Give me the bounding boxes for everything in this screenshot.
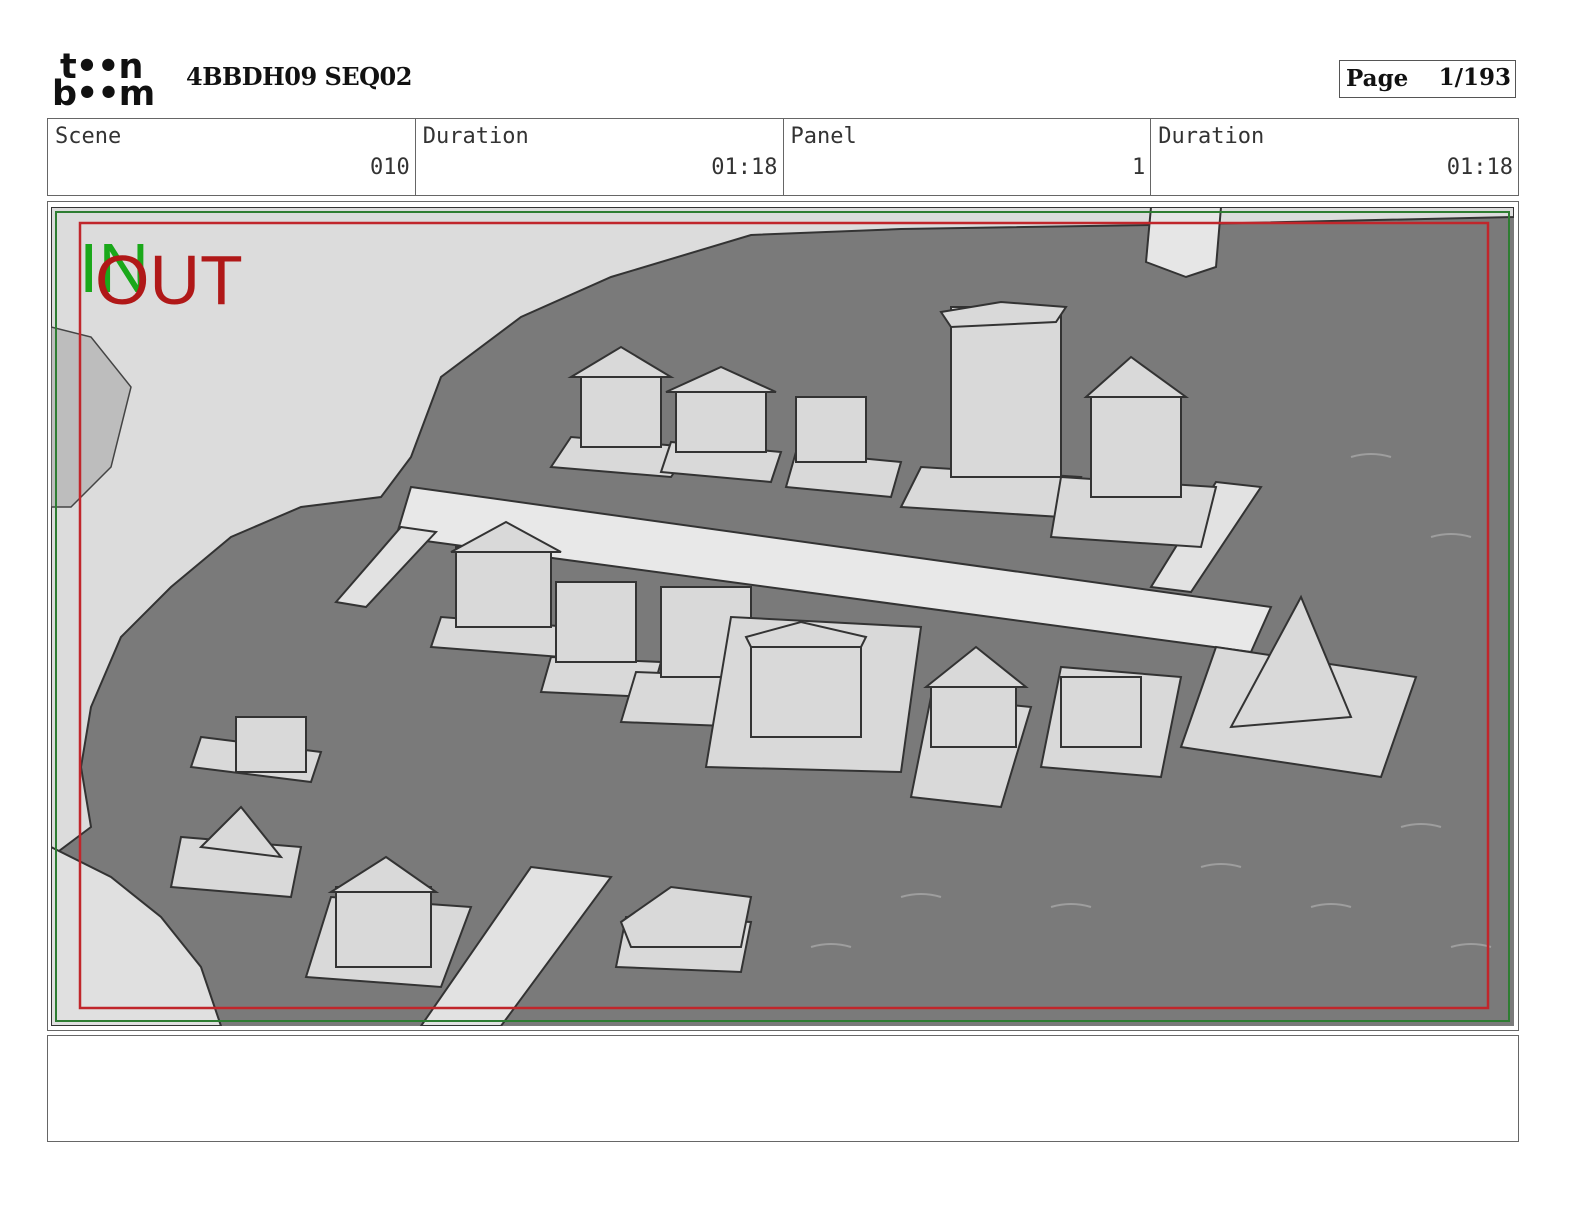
panel-duration-label: Duration [1158,124,1265,149]
out-marker: OUT [95,241,243,319]
rock-top-right [1144,207,1223,279]
scene-info-table: Scene 010 Duration 01:18 Panel 1 Duratio… [47,118,1519,196]
scene-value: 010 [370,155,410,180]
scene-label: Scene [55,124,122,149]
panel-label: Panel [790,124,857,149]
panel-value: 1 [1132,155,1146,180]
harbor-sketch [51,207,1514,1026]
panel-notes-box [47,1035,1519,1142]
page-indicator: Page 1/193 [1339,60,1516,98]
storyboard-panel-frame: IN OUT [47,201,1519,1031]
page-number: 1/193 [1438,64,1511,91]
storyboard-panel-image: IN OUT [51,207,1514,1026]
scene-cell: Scene 010 [48,119,416,195]
page-label: Page [1346,65,1409,92]
toon-boom-logo: t••n b••m [52,50,164,112]
panel-cell: Panel 1 [784,119,1152,195]
panel-duration-value: 01:18 [1446,155,1513,180]
scene-duration-value: 01:18 [711,155,778,180]
document-title: 4BBDH09 SEQ02 [186,62,412,91]
scene-duration-cell: Duration 01:18 [416,119,784,195]
scene-duration-label: Duration [422,124,529,149]
panel-duration-cell: Duration 01:18 [1151,119,1518,195]
logo-bottom-text: b••m [52,74,155,114]
